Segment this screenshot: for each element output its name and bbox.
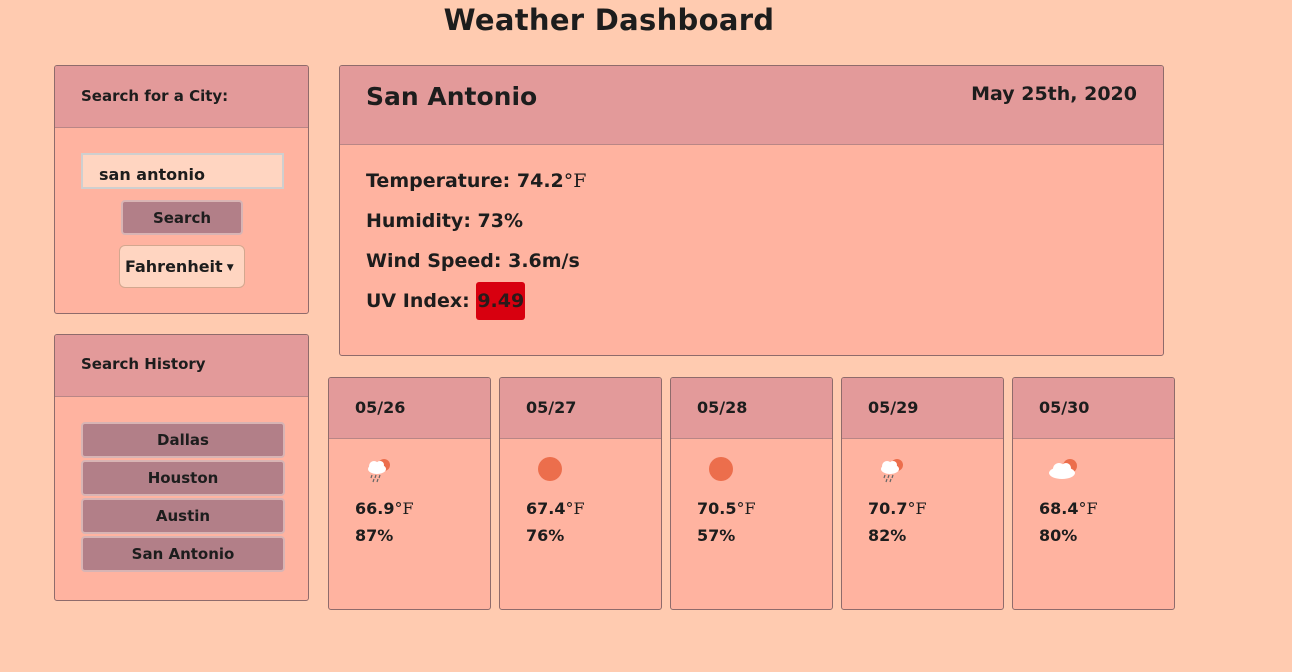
search-panel: Search for a City: Search Fahrenheit▼ bbox=[54, 65, 309, 314]
forecast-card: 05/29 70.7°F 82% bbox=[841, 377, 1004, 610]
forecast-humidity: 80% bbox=[1039, 526, 1078, 545]
forecast-date: 05/29 bbox=[842, 378, 1003, 439]
forecast-temperature-unit: °F bbox=[907, 499, 927, 518]
history-item-austin[interactable]: Austin bbox=[81, 498, 285, 534]
forecast-temperature-value: 67.4 bbox=[526, 499, 566, 518]
forecast-card: 05/30 68.4°F 80% bbox=[1012, 377, 1175, 610]
history-item-dallas[interactable]: Dallas bbox=[81, 422, 285, 458]
forecast-temperature: 67.4°F bbox=[526, 499, 585, 518]
uv-index-badge: 9.49 bbox=[476, 282, 526, 320]
forecast-temperature-value: 68.4 bbox=[1039, 499, 1079, 518]
humidity-label: Humidity: bbox=[366, 210, 478, 232]
city-search-input[interactable] bbox=[81, 153, 284, 189]
temperature-label: Temperature: bbox=[366, 170, 517, 192]
search-button[interactable]: Search bbox=[121, 200, 243, 235]
forecast-card: 05/26 66.9°F 87% bbox=[328, 377, 491, 610]
forecast-temperature: 66.9°F bbox=[355, 499, 414, 518]
humidity-row: Humidity: 73% bbox=[366, 210, 523, 232]
search-history-panel: Search History Dallas Houston Austin San… bbox=[54, 334, 309, 601]
forecast-temperature-unit: °F bbox=[565, 499, 585, 518]
wind-speed-row: Wind Speed: 3.6m/s bbox=[366, 250, 580, 272]
forecast-date: 05/26 bbox=[329, 378, 490, 439]
search-history-list: Dallas Houston Austin San Antonio bbox=[81, 422, 285, 574]
forecast-card: 05/27 67.4°F 76% bbox=[499, 377, 662, 610]
forecast-temperature: 68.4°F bbox=[1039, 499, 1098, 518]
forecast-temperature: 70.5°F bbox=[697, 499, 756, 518]
unit-select-value: Fahrenheit bbox=[125, 257, 223, 276]
forecast-humidity: 76% bbox=[526, 526, 565, 545]
chevron-down-icon: ▼ bbox=[226, 263, 234, 273]
forecast-temperature: 70.7°F bbox=[868, 499, 927, 518]
forecast-date: 05/27 bbox=[500, 378, 661, 439]
forecast-temperature-unit: °F bbox=[736, 499, 756, 518]
forecast-temperature-unit: °F bbox=[394, 499, 414, 518]
wind-speed-label: Wind Speed: bbox=[366, 250, 509, 272]
temperature-value: 74.2 bbox=[516, 170, 564, 192]
temperature-unit: °F bbox=[563, 170, 587, 192]
rain-sun-icon bbox=[368, 459, 390, 483]
unit-select[interactable]: Fahrenheit ▼ bbox=[119, 245, 245, 288]
sun-icon bbox=[538, 457, 562, 481]
uv-index-row: UV Index: 9.49 bbox=[366, 282, 526, 320]
forecast-temperature-value: 70.7 bbox=[868, 499, 908, 518]
forecast-card: 05/28 70.5°F 57% bbox=[670, 377, 833, 610]
forecast-date: 05/30 bbox=[1013, 378, 1174, 439]
forecast-humidity: 57% bbox=[697, 526, 736, 545]
cloud-sun-icon bbox=[1049, 459, 1077, 479]
current-weather-header: San Antonio May 25th, 2020 bbox=[340, 66, 1163, 145]
rain-sun-icon bbox=[881, 459, 903, 483]
forecast-date: 05/28 bbox=[671, 378, 832, 439]
forecast-temperature-value: 70.5 bbox=[697, 499, 737, 518]
forecast-temperature-value: 66.9 bbox=[355, 499, 395, 518]
wind-speed-value: 3.6m/s bbox=[508, 250, 580, 272]
current-city-name: San Antonio bbox=[366, 82, 538, 111]
search-history-heading: Search History bbox=[55, 335, 308, 397]
history-item-san-antonio[interactable]: San Antonio bbox=[81, 536, 285, 572]
history-item-houston[interactable]: Houston bbox=[81, 460, 285, 496]
forecast-humidity: 82% bbox=[868, 526, 907, 545]
forecast-temperature-unit: °F bbox=[1078, 499, 1098, 518]
humidity-value: 73% bbox=[477, 210, 524, 232]
current-date: May 25th, 2020 bbox=[971, 83, 1137, 105]
forecast-humidity: 87% bbox=[355, 526, 394, 545]
page-title: Weather Dashboard bbox=[443, 3, 775, 37]
search-heading: Search for a City: bbox=[55, 66, 308, 128]
sun-icon bbox=[709, 457, 733, 481]
current-weather-panel: San Antonio May 25th, 2020 Temperature: … bbox=[339, 65, 1164, 356]
uv-index-label: UV Index: bbox=[366, 290, 477, 312]
temperature-row: Temperature: 74.2°F bbox=[366, 170, 586, 192]
